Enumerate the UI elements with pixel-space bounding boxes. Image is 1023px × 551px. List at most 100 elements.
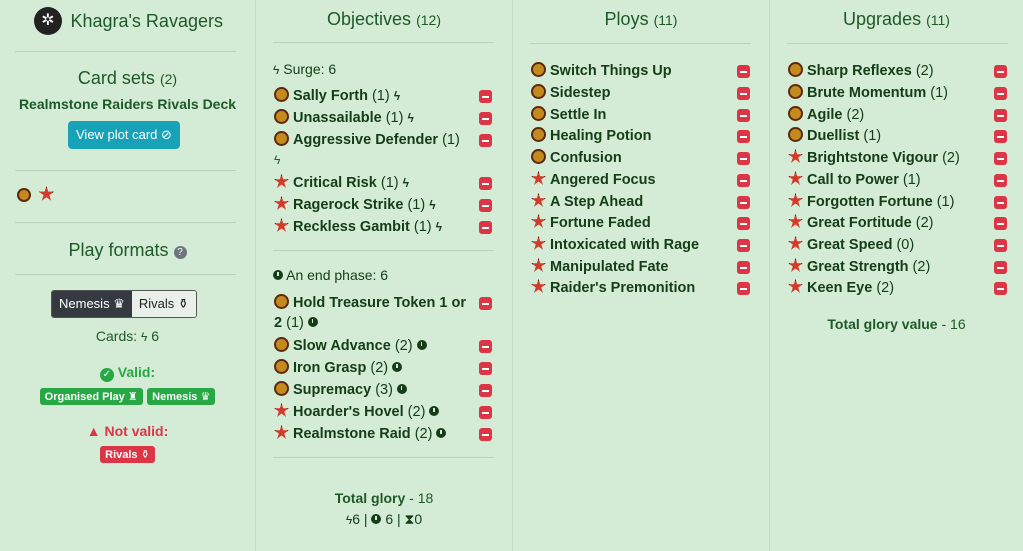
surge-section-label: ϟ Surge: 6: [273, 61, 337, 77]
remove-button[interactable]: [479, 384, 492, 397]
remove-button[interactable]: [994, 239, 1007, 252]
list-item[interactable]: Great Speed (0): [788, 236, 914, 253]
remove-button[interactable]: [994, 217, 1007, 230]
surge-icon: ϟ: [141, 330, 148, 344]
list-item[interactable]: Critical Risk (1) ϟ: [274, 174, 409, 191]
remove-button[interactable]: [479, 362, 492, 375]
cards-count: Cards: ϟ 6: [95, 328, 160, 344]
list-item[interactable]: Angered Focus: [531, 171, 656, 188]
check-circle-icon: ✓: [99, 368, 114, 382]
remove-button[interactable]: [994, 130, 1007, 143]
remove-button[interactable]: [479, 406, 492, 419]
rivals-toggle-button[interactable]: Rivals ⚱: [131, 291, 196, 317]
list-item[interactable]: Slow Advance (2): [274, 337, 427, 354]
remove-button[interactable]: [994, 196, 1007, 209]
remove-button[interactable]: [737, 152, 750, 165]
gold-faction-icon: [274, 131, 289, 146]
objectives-title: Objectives (12): [327, 9, 441, 29]
list-item[interactable]: Confusion: [531, 149, 622, 166]
list-item[interactable]: Call to Power (1): [788, 171, 921, 188]
remove-button[interactable]: [479, 199, 492, 212]
warband-header[interactable]: ✲ Khagra's Ravagers: [34, 7, 223, 35]
list-item[interactable]: Forgotten Fortune (1): [788, 193, 954, 210]
list-item[interactable]: Sharp Reflexes (2): [788, 62, 934, 79]
remove-button[interactable]: [737, 109, 750, 122]
play-formats-title: Play formats ?: [0, 240, 255, 261]
remove-button[interactable]: [737, 196, 750, 209]
list-item[interactable]: Duellist (1): [788, 127, 881, 144]
list-item[interactable]: Agile (2): [788, 106, 864, 123]
list-item[interactable]: Great Strength (2): [788, 258, 930, 275]
nemesis-toggle-button[interactable]: Nemesis ♛: [52, 291, 132, 317]
gold-faction-icon: [788, 62, 803, 77]
remove-button[interactable]: [479, 112, 492, 125]
remove-button[interactable]: [994, 109, 1007, 122]
list-item[interactable]: Great Fortitude (2): [788, 214, 934, 231]
list-item[interactable]: Keen Eye (2): [788, 279, 894, 296]
remove-button[interactable]: [737, 282, 750, 295]
remove-button[interactable]: [994, 261, 1007, 274]
remove-button[interactable]: [479, 428, 492, 441]
list-item[interactable]: Brute Momentum (1): [788, 84, 948, 101]
list-item[interactable]: Hold Treasure Token 1 or: [274, 294, 466, 311]
list-item[interactable]: Unassailable (1) ϟ: [274, 109, 414, 126]
remove-button[interactable]: [994, 87, 1007, 100]
help-icon[interactable]: ?: [173, 246, 187, 259]
list-item[interactable]: Sally Forth (1) ϟ: [274, 87, 400, 104]
remove-button[interactable]: [479, 134, 492, 147]
list-item[interactable]: Switch Things Up: [531, 62, 672, 79]
remove-button[interactable]: [994, 282, 1007, 295]
sidebar: ✲ Khagra's Ravagers Card sets (2) Realms…: [0, 0, 255, 551]
remove-button[interactable]: [994, 174, 1007, 187]
list-item[interactable]: Raider's Premonition: [531, 279, 695, 296]
list-item[interactable]: Aggressive Defender (1): [274, 131, 460, 148]
gold-faction-icon: [274, 109, 289, 124]
list-item[interactable]: Manipulated Fate: [531, 258, 668, 275]
remove-button[interactable]: [479, 297, 492, 310]
gold-faction-icon: [788, 84, 803, 99]
remove-button[interactable]: [737, 87, 750, 100]
remove-button[interactable]: [737, 130, 750, 143]
upgrades-total-glory: Total glory value - 16: [827, 316, 966, 332]
surge-icon: ϟ: [429, 198, 436, 212]
red-faction-icon: [788, 279, 803, 293]
list-item[interactable]: Hoarder's Hovel (2): [274, 403, 440, 420]
remove-button[interactable]: [479, 90, 492, 103]
list-item[interactable]: Settle In: [531, 106, 606, 123]
end-phase-section-label: An end phase: 6: [273, 267, 388, 283]
list-item[interactable]: Fortune Faded: [531, 214, 651, 231]
remove-button[interactable]: [737, 239, 750, 252]
valid-heading: ✓ Valid:: [0, 364, 255, 382]
remove-button[interactable]: [737, 217, 750, 230]
red-faction-icon: [531, 236, 546, 250]
list-item[interactable]: Ragerock Strike (1) ϟ: [274, 196, 436, 213]
list-item[interactable]: Intoxicated with Rage: [531, 236, 699, 253]
remove-button[interactable]: [737, 174, 750, 187]
remove-button[interactable]: [994, 152, 1007, 165]
crown-icon: ♛: [200, 391, 211, 403]
warband-logo-icon: ✲: [34, 7, 62, 35]
hourglass-icon: ⧗: [404, 511, 415, 527]
list-item[interactable]: Healing Potion: [531, 127, 652, 144]
list-item[interactable]: Realmstone Raid (2): [274, 425, 447, 442]
clock-icon: [307, 317, 318, 327]
gold-faction-icon: [274, 381, 289, 396]
remove-button[interactable]: [479, 177, 492, 190]
not-valid-badges: Rivals ⚱: [0, 445, 255, 463]
red-faction-icon: [531, 214, 546, 228]
view-plot-card-button[interactable]: View plot card ⊘: [68, 121, 180, 149]
remove-button[interactable]: [994, 65, 1007, 78]
card-sets-title: Card sets (2): [77, 68, 178, 88]
list-item[interactable]: Reckless Gambit (1) ϟ: [274, 218, 442, 235]
list-item[interactable]: A Step Ahead: [531, 193, 643, 210]
gold-faction-icon: [788, 127, 803, 142]
organised-play-badge: Organised Play ♜: [39, 388, 143, 405]
remove-button[interactable]: [479, 221, 492, 234]
remove-button[interactable]: [479, 340, 492, 353]
list-item[interactable]: Supremacy (3): [274, 381, 407, 398]
list-item[interactable]: Iron Grasp (2): [274, 359, 403, 376]
list-item[interactable]: Sidestep: [531, 84, 610, 101]
remove-button[interactable]: [737, 261, 750, 274]
list-item[interactable]: Brightstone Vigour (2): [788, 149, 960, 166]
remove-button[interactable]: [737, 65, 750, 78]
